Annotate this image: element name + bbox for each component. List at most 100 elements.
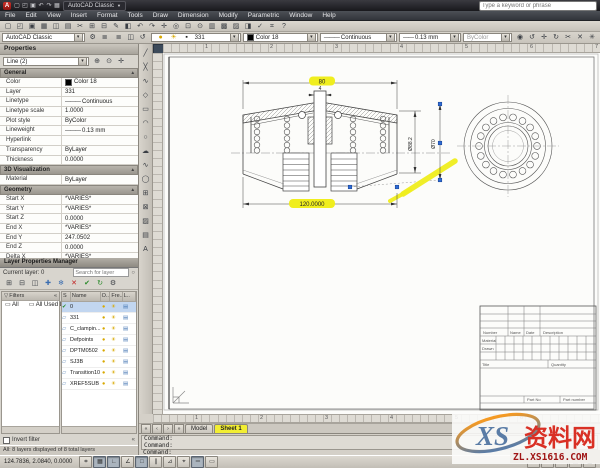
layer-states-icon[interactable]: ◫ [125, 32, 136, 43]
save-icon[interactable]: ▣ [27, 21, 38, 32]
properties-icon[interactable]: ▥ [207, 21, 218, 32]
toggle-pickadd-icon[interactable]: ⊕ [92, 56, 103, 67]
match-properties-icon[interactable]: ✎ [111, 21, 122, 32]
property-row[interactable]: End Z0.0000 [0, 243, 138, 253]
layer-color-swatch-icon[interactable]: ▪ [181, 33, 192, 42]
menu-format[interactable]: Format [92, 11, 123, 21]
select-objects-icon[interactable]: ⊙ [104, 56, 115, 67]
undo-icon[interactable]: ↶ [135, 21, 146, 32]
section-view[interactable] [231, 91, 451, 191]
property-row[interactable]: ColorColor 18 [0, 78, 138, 88]
props-section-header[interactable]: General▴ [0, 68, 138, 78]
layer-previous-icon[interactable]: ↺ [137, 32, 148, 43]
construction-line-icon[interactable]: ╳ [139, 61, 152, 74]
property-row[interactable]: Plot styleByColor [0, 117, 138, 127]
layer-row[interactable]: ▱331●☀▤ [62, 313, 136, 324]
plot-icon[interactable]: ▤ [123, 381, 136, 387]
property-row[interactable]: MaterialByLayer [0, 175, 138, 185]
collapse-icon[interactable]: « [132, 437, 135, 443]
bulb-icon[interactable]: ● [102, 326, 111, 332]
workspace-combo[interactable]: AutoCAD Classic ▾ [2, 33, 85, 42]
layer-row[interactable]: ▱C_clampin...●☀▤ [62, 324, 136, 335]
publish-icon[interactable]: ▤ [63, 21, 74, 32]
snap-toggle[interactable]: ⌗ [79, 456, 92, 468]
column-header-1[interactable]: Name [71, 292, 101, 301]
ellipse-icon[interactable]: ◯ [139, 173, 152, 186]
trim-icon[interactable]: ✂ [563, 32, 574, 43]
column-header-3[interactable]: Fre.. [110, 292, 122, 301]
menu-insert[interactable]: Insert [66, 11, 92, 21]
plot-icon[interactable]: ▤ [123, 304, 136, 310]
cut-icon[interactable]: ✂ [75, 21, 86, 32]
tab-sheet1[interactable]: Sheet 1 [214, 424, 247, 434]
layer-properties-manager-icon[interactable]: ≣ [113, 32, 124, 43]
hatch-icon[interactable]: ▨ [139, 215, 152, 228]
plot-icon[interactable]: ▤ [123, 315, 136, 321]
copy-clip-icon[interactable]: ⊞ [87, 21, 98, 32]
sun-icon[interactable]: ☀ [111, 304, 123, 310]
filter-item-0[interactable]: ▭ All [2, 302, 19, 308]
tool-palettes-icon[interactable]: ▨ [231, 21, 242, 32]
sun-icon[interactable]: ☀ [111, 337, 123, 343]
plot-icon[interactable]: ▦ [39, 21, 50, 32]
workspace-settings-icon[interactable]: ⚙ [87, 32, 98, 43]
set-current-icon[interactable]: ✔ [82, 278, 93, 289]
menu-parametric[interactable]: Parametric [243, 11, 284, 21]
autocad-logo-icon[interactable]: A [3, 2, 11, 10]
bulb-icon[interactable]: ● [102, 348, 111, 354]
property-row[interactable]: Start X*VARIES* [0, 195, 138, 205]
property-row[interactable]: Thickness0.0000 [0, 156, 138, 166]
sun-icon[interactable]: ☀ [111, 381, 123, 387]
collapse-icon[interactable]: ▴ [131, 70, 134, 76]
zoom-window-icon[interactable]: ⊡ [183, 21, 194, 32]
layer-row[interactable]: ✔0●☀▤ [62, 302, 136, 313]
layer-row[interactable]: ▱Transition10●☀▤ [62, 368, 136, 379]
sun-icon[interactable]: ☀ [111, 315, 123, 321]
pan-realtime-icon[interactable]: ✛ [159, 21, 170, 32]
property-row[interactable]: TransparencyByLayer [0, 146, 138, 156]
qp-toggle[interactable]: ▭ [205, 456, 218, 468]
menu-window[interactable]: Window [284, 11, 317, 21]
first-tab-button[interactable]: « [141, 424, 151, 434]
settings-icon[interactable]: ⚙ [108, 278, 119, 289]
new-property-filter-icon[interactable]: ⊞ [4, 278, 15, 289]
tree-hscrollbar[interactable] [2, 426, 59, 433]
property-row[interactable]: Start Z0.0000 [0, 214, 138, 224]
sheet-set-manager-icon[interactable]: ◨ [243, 21, 254, 32]
layer-row[interactable]: ▱SJ3B●☀▤ [62, 357, 136, 368]
column-header-0[interactable]: S [62, 292, 71, 301]
undo-icon[interactable]: ↶ [37, 2, 45, 10]
property-row[interactable]: End X*VARIES* [0, 224, 138, 234]
prev-tab-button[interactable]: ‹ [152, 424, 162, 434]
layer-search-input[interactable] [73, 268, 129, 277]
props-section-header[interactable]: Geometry▴ [0, 185, 138, 195]
linetype-combo[interactable]: ——— Continuous ▾ [320, 33, 397, 42]
infocenter-search-input[interactable] [479, 1, 597, 11]
bulb-icon[interactable]: ● [102, 337, 111, 343]
polygon-icon[interactable]: ◇ [139, 89, 152, 102]
text-icon[interactable]: A [139, 243, 152, 256]
polar-toggle[interactable]: ∠ [121, 456, 134, 468]
layer-on-bulb-icon[interactable]: ● [155, 33, 166, 42]
paste-icon[interactable]: ⊟ [99, 21, 110, 32]
otrack-toggle[interactable]: ∥ [149, 456, 162, 468]
lwt-toggle[interactable]: ═ [191, 456, 204, 468]
property-row[interactable]: Start Y*VARIES* [0, 205, 138, 215]
make-block-icon[interactable]: ⊠ [139, 201, 152, 214]
plot-icon[interactable]: ▤ [123, 370, 136, 376]
layer-states-manager-icon[interactable]: ◫ [30, 278, 41, 289]
collapse-icon[interactable]: ▴ [131, 167, 134, 173]
property-row[interactable]: Hyperlink [0, 136, 138, 146]
list-hscrollbar[interactable] [62, 426, 136, 433]
properties-palette-title[interactable]: Properties [0, 44, 138, 55]
help-icon[interactable]: ? [279, 21, 290, 32]
property-row[interactable]: End Y247.0502 [0, 234, 138, 244]
rectangle-icon[interactable]: ▭ [139, 103, 152, 116]
insert-block-icon[interactable]: ⊞ [139, 187, 152, 200]
layer-combo[interactable]: ●☀▪ 331 ▾ [151, 33, 241, 42]
plot-icon[interactable]: ▤ [123, 326, 136, 332]
layer-row[interactable]: ▱Defpoints●☀▤ [62, 335, 136, 346]
ducs-toggle[interactable]: ⊿ [163, 456, 176, 468]
gradient-icon[interactable]: ▤ [139, 229, 152, 242]
menu-edit[interactable]: Edit [20, 11, 41, 21]
